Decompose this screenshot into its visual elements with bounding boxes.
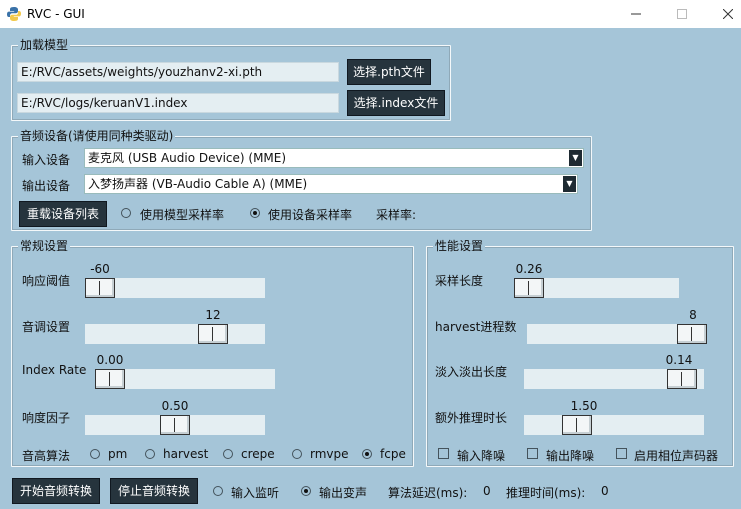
performance-settings-title: 性能设置 bbox=[433, 238, 486, 254]
minimize-icon[interactable] bbox=[613, 0, 659, 28]
input-device-label: 输入设备 bbox=[22, 153, 71, 167]
sample-rate-label: 采样率: bbox=[376, 208, 417, 222]
monitor-output-radio[interactable] bbox=[301, 486, 311, 496]
close-icon[interactable] bbox=[705, 0, 741, 28]
crossfade-slider-handle[interactable] bbox=[666, 369, 697, 389]
threshold-value: -60 bbox=[90, 262, 110, 276]
device-sr-radio[interactable] bbox=[250, 208, 260, 218]
extra-time-slider-handle[interactable] bbox=[561, 415, 592, 435]
f0-label-crepe[interactable]: crepe bbox=[241, 447, 275, 461]
noise-reduce-input-checkbox[interactable] bbox=[438, 448, 449, 459]
window-title: RVC - GUI bbox=[27, 7, 85, 21]
index-rate-label: Index Rate bbox=[22, 363, 87, 377]
monitor-input-label[interactable]: 输入监听 bbox=[231, 484, 279, 501]
select-pth-button[interactable]: 选择.pth文件 bbox=[347, 59, 431, 85]
pth-path-field[interactable]: E:/RVC/assets/weights/youzhanv2-xi.pth bbox=[17, 62, 339, 82]
phase-vocoder-checkbox[interactable] bbox=[616, 448, 627, 459]
device-sr-label[interactable]: 使用设备采样率 bbox=[268, 206, 352, 223]
harvest-threads-value: 8 bbox=[689, 308, 697, 322]
start-conversion-button[interactable]: 开始音频转换 bbox=[12, 478, 100, 504]
stop-conversion-button[interactable]: 停止音频转换 bbox=[110, 478, 198, 504]
monitor-output-label[interactable]: 输出变声 bbox=[319, 484, 367, 501]
block-time-value: 0.26 bbox=[515, 262, 543, 276]
block-time-slider-handle[interactable] bbox=[514, 278, 544, 298]
threshold-label: 响应阈值 bbox=[22, 274, 71, 288]
noise-reduce-output-label[interactable]: 输出降噪 bbox=[546, 447, 594, 464]
index-path-field[interactable]: E:/RVC/logs/keruanV1.index bbox=[17, 93, 339, 113]
noise-reduce-input-label[interactable]: 输入降噪 bbox=[457, 447, 505, 464]
f0-label-harvest[interactable]: harvest bbox=[163, 447, 208, 461]
extra-time-value: 1.50 bbox=[570, 399, 598, 413]
load-model-title: 加载模型 bbox=[18, 37, 71, 53]
title-bar: RVC - GUI bbox=[0, 0, 741, 28]
output-device-value: 入梦扬声器 (VB-Audio Cable A) (MME) bbox=[88, 177, 308, 191]
f0-radio-fcpe[interactable] bbox=[362, 449, 372, 459]
pitch-label: 音调设置 bbox=[22, 320, 71, 334]
harvest-threads-label: harvest进程数 bbox=[435, 320, 517, 334]
dropdown-arrow-icon[interactable]: ▼ bbox=[569, 150, 582, 166]
threshold-slider-handle[interactable] bbox=[85, 278, 115, 298]
f0-label-rmvpe[interactable]: rmvpe bbox=[310, 447, 349, 461]
pitch-slider-handle[interactable] bbox=[197, 324, 228, 344]
f0-method-label: 音高算法 bbox=[22, 449, 71, 463]
audio-device-title: 音频设备(请使用同种类驱动) bbox=[18, 128, 176, 144]
crossfade-value: 0.14 bbox=[665, 353, 693, 367]
block-time-label: 采样长度 bbox=[435, 274, 484, 288]
crossfade-label: 淡入淡出长度 bbox=[435, 365, 508, 379]
f0-label-fcpe[interactable]: fcpe bbox=[380, 447, 406, 461]
loudness-slider-handle[interactable] bbox=[160, 415, 190, 435]
dropdown-arrow-icon[interactable]: ▼ bbox=[563, 176, 576, 192]
algorithm-delay-label: 算法延迟(ms): bbox=[388, 486, 468, 500]
index-rate-value: 0.00 bbox=[96, 353, 124, 367]
loudness-label: 响度因子 bbox=[22, 411, 71, 425]
loudness-value: 0.50 bbox=[161, 399, 189, 413]
input-device-select[interactable]: 麦克风 (USB Audio Device) (MME) ▼ bbox=[84, 148, 584, 168]
f0-radio-crepe[interactable] bbox=[223, 449, 233, 459]
algorithm-delay-value: 0 bbox=[483, 484, 491, 498]
extra-time-label: 额外推理时长 bbox=[435, 411, 508, 425]
f0-radio-harvest[interactable] bbox=[145, 449, 155, 459]
general-settings-title: 常规设置 bbox=[18, 238, 71, 254]
select-index-button[interactable]: 选择.index文件 bbox=[347, 90, 445, 116]
f0-radio-rmvpe[interactable] bbox=[292, 449, 302, 459]
f0-radio-pm[interactable] bbox=[90, 449, 100, 459]
monitor-input-radio[interactable] bbox=[213, 486, 223, 496]
python-app-icon bbox=[7, 7, 21, 21]
inference-time-label: 推理时间(ms): bbox=[506, 486, 586, 500]
phase-vocoder-label[interactable]: 启用相位声码器 bbox=[634, 447, 718, 464]
model-sr-radio[interactable] bbox=[121, 208, 131, 218]
harvest-threads-slider-handle[interactable] bbox=[677, 324, 707, 344]
output-device-select[interactable]: 入梦扬声器 (VB-Audio Cable A) (MME) ▼ bbox=[84, 174, 578, 194]
output-device-label: 输出设备 bbox=[22, 179, 71, 193]
f0-label-pm[interactable]: pm bbox=[108, 447, 127, 461]
input-device-value: 麦克风 (USB Audio Device) (MME) bbox=[88, 151, 287, 165]
inference-time-value: 0 bbox=[601, 484, 609, 498]
noise-reduce-output-checkbox[interactable] bbox=[527, 448, 538, 459]
pitch-value: 12 bbox=[205, 308, 221, 322]
extra-time-slider[interactable] bbox=[524, 415, 704, 435]
pitch-slider[interactable] bbox=[85, 324, 265, 344]
index-rate-slider-handle[interactable] bbox=[95, 369, 125, 389]
maximize-icon[interactable] bbox=[659, 0, 705, 28]
reload-devices-button[interactable]: 重载设备列表 bbox=[19, 201, 107, 227]
model-sr-label[interactable]: 使用模型采样率 bbox=[140, 206, 224, 223]
